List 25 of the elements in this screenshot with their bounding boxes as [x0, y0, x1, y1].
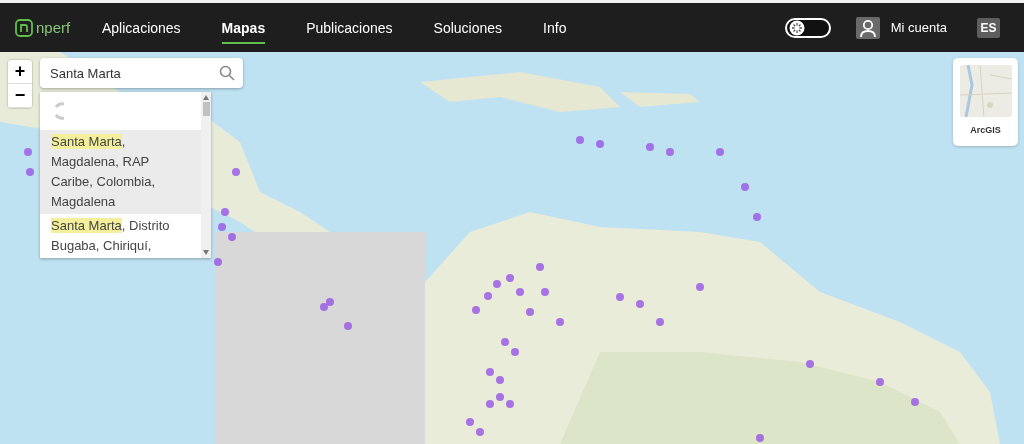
logo[interactable]: nperf — [14, 17, 86, 38]
nav-tab[interactable]: Mapas — [221, 11, 266, 44]
theme-toggle[interactable] — [784, 17, 831, 38]
sun-icon — [788, 19, 805, 36]
language-button[interactable]: ES — [977, 17, 1000, 38]
search-field[interactable]: Santa Marta — [40, 58, 243, 88]
nav-tab[interactable]: Soluciones — [433, 11, 503, 44]
account-link[interactable]: Mi cuenta — [890, 20, 947, 35]
logo-text: nperf — [36, 19, 71, 36]
result-item[interactable]: Santa Marta, Distrito Bugaba, Chiriquí, — [40, 214, 201, 258]
search-icon[interactable] — [219, 65, 235, 81]
scrollbar[interactable] — [201, 92, 211, 258]
basemap-button[interactable]: ArcGIS — [953, 58, 1018, 146]
logo-icon — [14, 17, 34, 38]
scroll-up-icon[interactable] — [203, 95, 209, 100]
nav-tab[interactable]: Aplicaciones — [102, 11, 181, 44]
map-thumbnail-icon — [959, 65, 1012, 117]
zoom-out-button[interactable]: − — [8, 84, 32, 108]
user-icon[interactable] — [855, 16, 880, 39]
nav-tab[interactable]: Info — [543, 11, 567, 44]
scroll-down-icon[interactable] — [203, 250, 209, 255]
result-item[interactable]: Santa Marta, Magdalena, RAP Caribe, Colombia, Magdalena — [40, 130, 201, 214]
zoom-in-button[interactable]: + — [8, 60, 32, 84]
scroll-thumb[interactable] — [202, 102, 210, 116]
nav-tab[interactable]: Publicaciones — [306, 11, 393, 44]
